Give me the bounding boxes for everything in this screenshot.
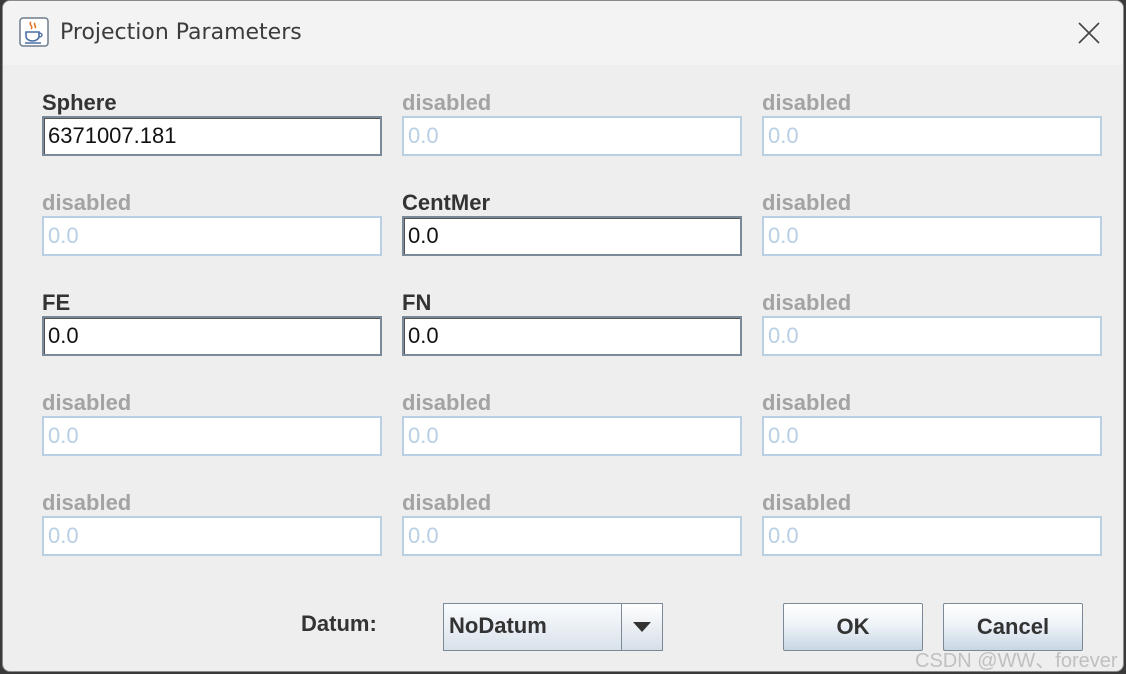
field-label: Sphere <box>42 90 117 115</box>
close-icon <box>1078 22 1100 44</box>
datum-dropdown-button[interactable] <box>622 604 662 650</box>
disabled-input: 0.0 <box>42 216 382 256</box>
fn-input[interactable]: 0.0 <box>402 316 742 356</box>
field-label: disabled <box>42 390 132 415</box>
field-label: disabled <box>402 90 492 115</box>
ok-button[interactable]: OK <box>783 603 923 651</box>
projection-parameters-dialog: Projection Parameters Sphere 6371007.181… <box>2 0 1124 672</box>
disabled-input: 0.0 <box>762 516 1102 556</box>
field-label: disabled <box>762 290 852 315</box>
field-label: disabled <box>762 90 852 115</box>
field-label: disabled <box>42 190 132 215</box>
disabled-input: 0.0 <box>42 516 382 556</box>
close-button[interactable] <box>1055 1 1123 65</box>
field-label: disabled <box>762 390 852 415</box>
title-bar: Projection Parameters <box>3 1 1123 65</box>
field-label: CentMer <box>402 190 491 215</box>
field-label: FN <box>402 290 432 315</box>
chevron-down-icon <box>633 622 651 632</box>
java-cup-icon <box>19 17 49 47</box>
disabled-input: 0.0 <box>402 516 742 556</box>
field-label: disabled <box>762 190 852 215</box>
disabled-input: 0.0 <box>762 416 1102 456</box>
sphere-input[interactable]: 6371007.181 <box>42 116 382 156</box>
field-label: disabled <box>402 490 492 515</box>
disabled-input: 0.0 <box>42 416 382 456</box>
field-label: disabled <box>762 490 852 515</box>
centmer-input[interactable]: 0.0 <box>402 216 742 256</box>
datum-label: Datum: <box>301 611 377 636</box>
disabled-input: 0.0 <box>762 216 1102 256</box>
disabled-input: 0.0 <box>762 116 1102 156</box>
disabled-input: 0.0 <box>762 316 1102 356</box>
watermark: CSDN @WW、forever <box>915 650 1118 672</box>
field-label: disabled <box>402 390 492 415</box>
field-label: FE <box>42 290 71 315</box>
fe-input[interactable]: 0.0 <box>42 316 382 356</box>
disabled-input: 0.0 <box>402 116 742 156</box>
field-label: disabled <box>42 490 132 515</box>
datum-select[interactable]: NoDatum <box>443 603 663 651</box>
window-title: Projection Parameters <box>60 20 302 45</box>
disabled-input: 0.0 <box>402 416 742 456</box>
datum-selected-value: NoDatum <box>444 604 622 650</box>
